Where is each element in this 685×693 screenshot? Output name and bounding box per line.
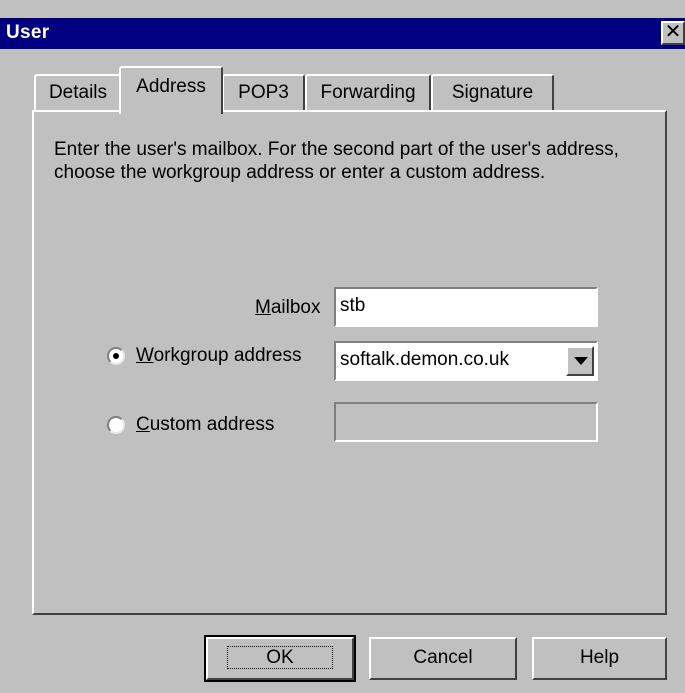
custom-label-rest: ustom address (149, 414, 275, 435)
window-title: User (6, 22, 50, 43)
mailbox-value: stb (340, 295, 366, 316)
user-dialog: User ✕ Details Address POP3 Forwarding S… (0, 0, 685, 693)
close-icon: ✕ (664, 21, 682, 43)
chevron-down-icon[interactable] (566, 346, 594, 376)
radio-selected-dot (113, 353, 119, 359)
cancel-button-label: Cancel (413, 647, 473, 668)
tab-pop3[interactable]: POP3 (222, 74, 305, 112)
tab-signature[interactable]: Signature (431, 74, 554, 112)
custom-address-input[interactable] (334, 402, 598, 442)
workgroup-label[interactable]: Workgroup address (136, 345, 301, 367)
ok-button[interactable]: OK (204, 635, 356, 682)
tab-details[interactable]: Details (34, 74, 122, 112)
mailbox-label: Mailbox (255, 297, 320, 319)
instructions-text: Enter the user's mailbox. For the second… (54, 139, 619, 183)
workgroup-label-accel: W (136, 345, 154, 366)
custom-radio[interactable] (107, 416, 125, 434)
mailbox-label-rest: ailbox (270, 297, 321, 318)
mailbox-label-accel: M (255, 297, 271, 318)
tab-address[interactable]: Address (119, 66, 223, 114)
custom-label-accel: C (136, 414, 150, 435)
help-button[interactable]: Help (532, 637, 667, 680)
custom-label[interactable]: Custom address (136, 414, 274, 436)
workgroup-select[interactable]: softalk.demon.co.uk (334, 341, 598, 381)
cancel-button[interactable]: Cancel (369, 637, 517, 680)
workgroup-value: softalk.demon.co.uk (340, 349, 509, 370)
title-bar[interactable]: User ✕ (0, 18, 685, 49)
close-button[interactable]: ✕ (661, 21, 685, 45)
ok-button-label: OK (227, 646, 333, 669)
tab-forwarding[interactable]: Forwarding (305, 74, 431, 112)
workgroup-label-rest: orkgroup address (153, 345, 302, 366)
workgroup-radio[interactable] (107, 347, 125, 365)
mailbox-input[interactable]: stb (334, 287, 598, 327)
help-button-label: Help (579, 647, 620, 668)
